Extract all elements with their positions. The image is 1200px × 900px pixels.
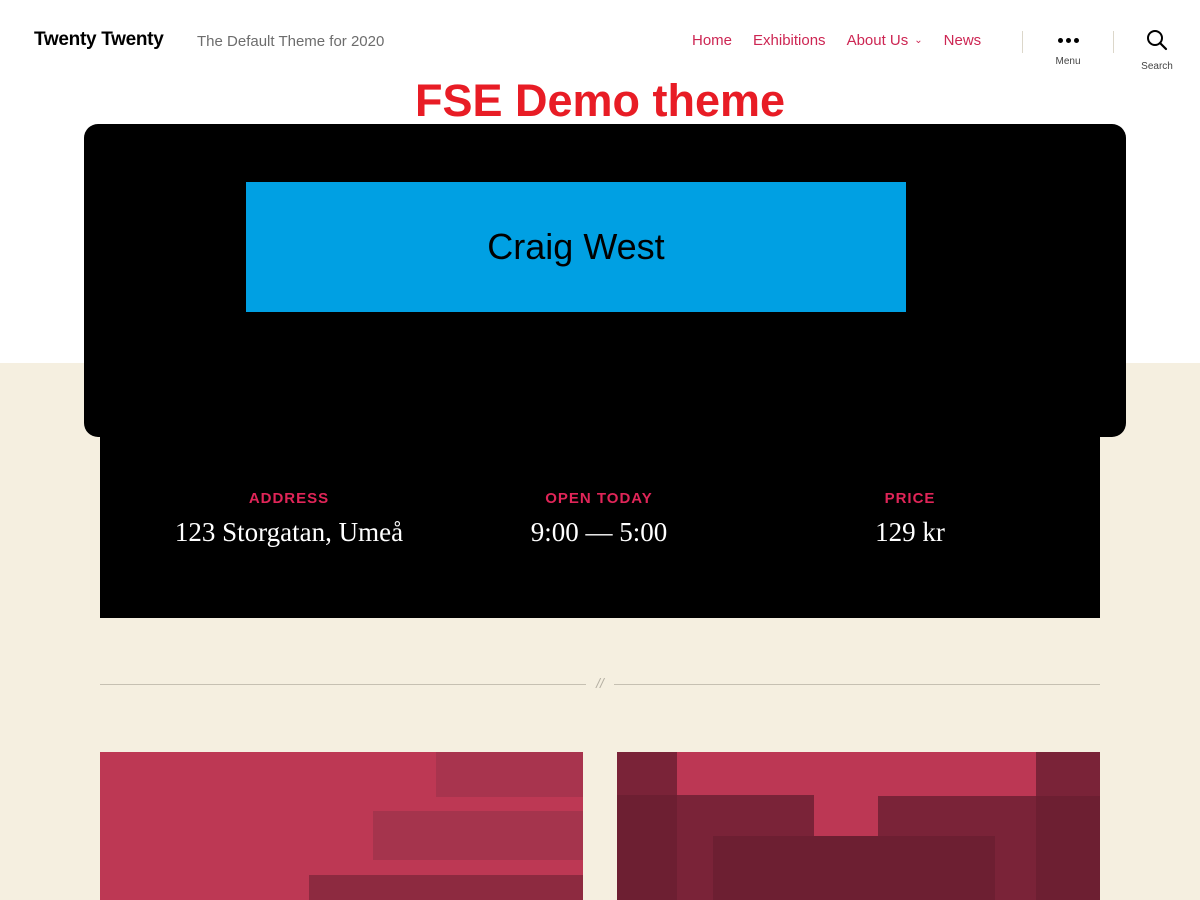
- address-column: ADDRESS 123 Storgatan, Umeå: [129, 490, 449, 548]
- search-label: Search: [1141, 61, 1173, 72]
- info-panel: ADDRESS 123 Storgatan, Umeå OPEN TODAY 9…: [100, 436, 1100, 618]
- name-text: Craig West: [487, 226, 665, 267]
- nav-about-us-label: About Us: [846, 32, 909, 49]
- nav-news[interactable]: News: [944, 32, 982, 49]
- price-column: PRICE 129 kr: [750, 490, 1070, 548]
- hours-value: 9:00 — 5:00: [530, 517, 668, 547]
- menu-toggle[interactable]: Menu: [1038, 28, 1098, 67]
- nav-about-us[interactable]: About Us ⌄: [847, 32, 923, 49]
- hours-column: OPEN TODAY 9:00 — 5:00: [439, 490, 759, 548]
- separator-mark: //: [596, 675, 604, 691]
- nav-home[interactable]: Home: [692, 32, 732, 49]
- site-title[interactable]: Twenty Twenty: [34, 29, 164, 51]
- separator-line: [614, 684, 1100, 685]
- hours-label: OPEN TODAY: [545, 490, 653, 507]
- search-toggle[interactable]: Search: [1127, 28, 1187, 72]
- gallery-image-right[interactable]: [617, 752, 1100, 900]
- chevron-down-icon[interactable]: ⌄: [914, 35, 922, 46]
- search-icon: [1147, 30, 1168, 51]
- separator-line: [100, 684, 586, 685]
- header-divider: [1022, 31, 1023, 53]
- price-label: PRICE: [884, 490, 936, 507]
- header-divider: [1113, 31, 1114, 53]
- name-banner: Craig West: [246, 182, 906, 312]
- site-description: The Default Theme for 2020: [197, 33, 385, 50]
- primary-navigation: Home Exhibitions About Us ⌄ News: [692, 32, 981, 49]
- address-value: 123 Storgatan, Umeå: [174, 517, 404, 547]
- gallery-image-left[interactable]: [100, 752, 583, 900]
- address-label: ADDRESS: [248, 490, 330, 507]
- menu-label: Menu: [1055, 56, 1081, 67]
- price-value: 129 kr: [875, 517, 945, 547]
- nav-exhibitions[interactable]: Exhibitions: [753, 32, 826, 49]
- more-dots-icon: [1038, 28, 1098, 52]
- demo-theme-heading: FSE Demo theme: [414, 75, 786, 126]
